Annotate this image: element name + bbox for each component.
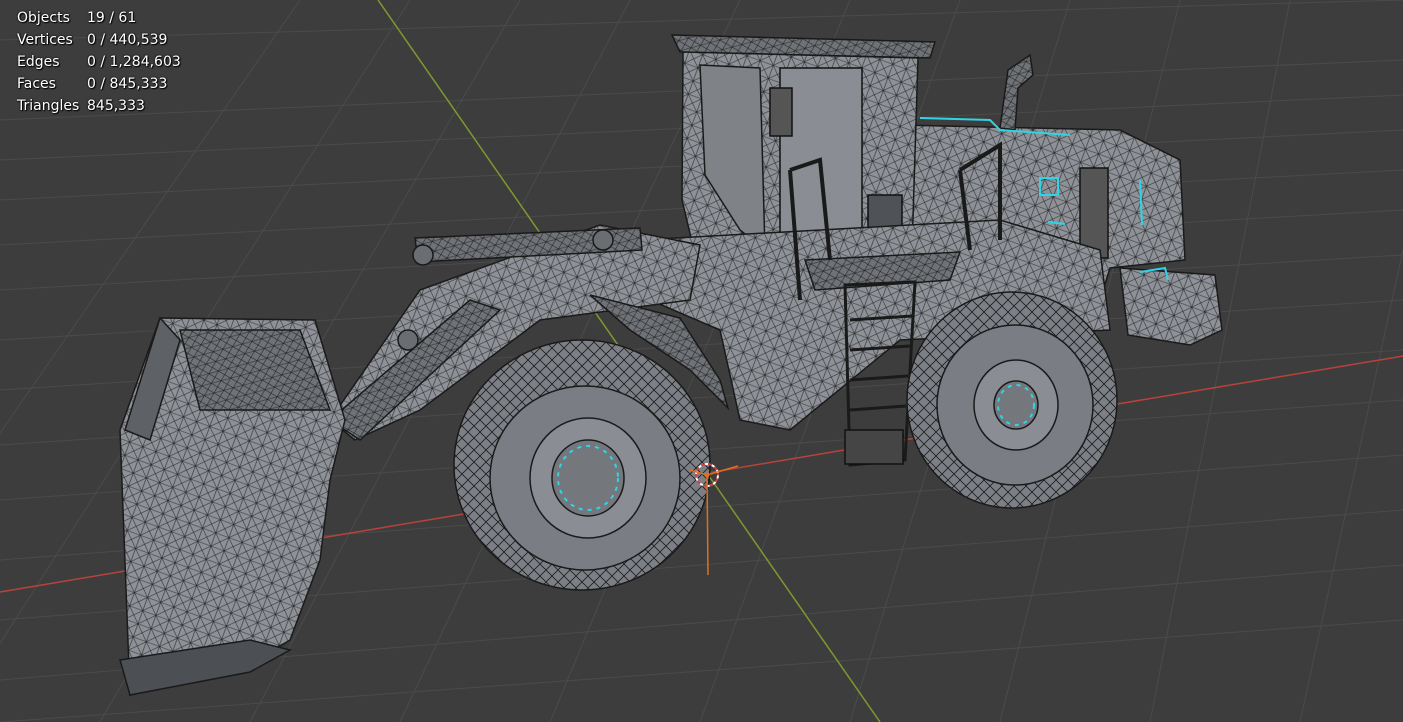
pivot-pin-1 <box>412 244 434 266</box>
wheel-loader-mesh <box>119 34 1223 696</box>
3d-viewport[interactable]: Objects 19 / 61 Vertices 0 / 440,539 Edg… <box>0 0 1403 722</box>
exhaust-pipe <box>999 53 1034 131</box>
counterweight <box>1119 267 1223 346</box>
pivot-pin-2 <box>592 229 614 251</box>
cab-mirror <box>769 87 793 137</box>
viewport-canvas[interactable] <box>0 0 1403 722</box>
bottom-step <box>844 429 904 465</box>
front-wheel <box>453 339 711 591</box>
rear-wheel <box>906 291 1118 509</box>
